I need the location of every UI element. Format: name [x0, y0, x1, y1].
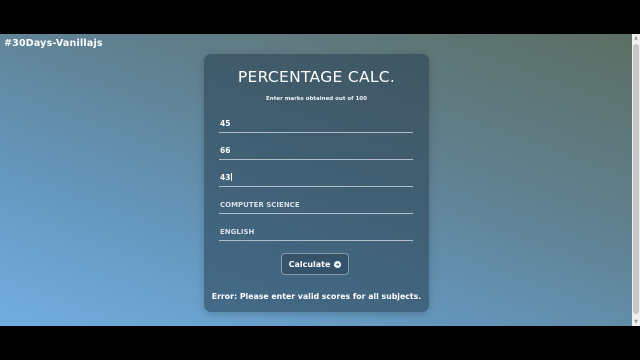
instruction-text: Enter marks obtained out of 100 — [266, 96, 367, 102]
scrollbar-thumb[interactable] — [633, 44, 639, 314]
scroll-down-icon[interactable]: ▼ — [633, 319, 639, 325]
error-message: Error: Please enter valid scores for all… — [211, 292, 422, 301]
calculate-button-label: Calculate — [288, 259, 331, 269]
subject-2-input[interactable]: 66 — [219, 143, 413, 160]
subject-3-value: 43 — [220, 173, 231, 182]
subject-1-input[interactable]: 45 — [219, 116, 413, 133]
english-input[interactable]: ENGLISH — [219, 224, 413, 241]
page-title: PERCENTAGE CALC. — [237, 68, 396, 86]
subject-1-value: 45 — [220, 119, 231, 128]
computer-science-input[interactable]: COMPUTER SCIENCE — [219, 197, 413, 214]
text-cursor — [231, 173, 233, 181]
page-viewport: #30Days-Vanillajs PERCENTAGE CALC. Enter… — [0, 34, 640, 326]
subject-3-input[interactable]: 43 — [219, 170, 413, 187]
computer-science-placeholder: COMPUTER SCIENCE — [220, 201, 300, 209]
calculate-button[interactable]: Calculate — [281, 253, 349, 275]
subject-2-value: 66 — [220, 146, 231, 155]
subject-3-value-wrapper: 43 — [220, 173, 233, 182]
vertical-scrollbar[interactable]: ▲ ▼ — [632, 34, 640, 326]
brand-title: #30Days-Vanillajs — [4, 38, 103, 49]
percentage-calculator-card: PERCENTAGE CALC. Enter marks obtained ou… — [204, 54, 429, 312]
english-placeholder: ENGLISH — [220, 228, 255, 236]
arrow-right-circle-icon — [334, 260, 342, 268]
scroll-up-icon[interactable]: ▲ — [633, 35, 639, 41]
